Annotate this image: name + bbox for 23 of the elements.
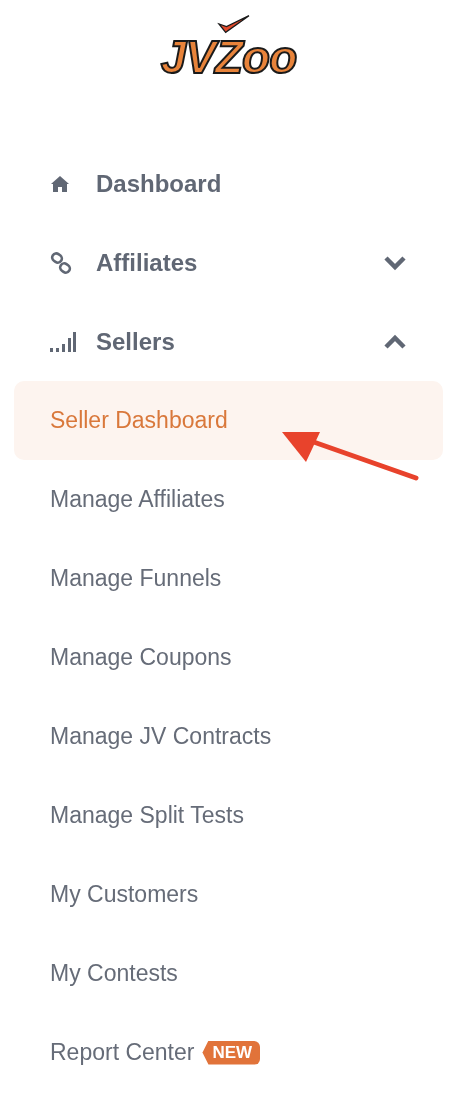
submenu-item[interactable]: Seller Dashboard xyxy=(14,381,443,460)
submenu-item[interactable]: Manage Funnels xyxy=(14,539,443,618)
chevron-up-icon xyxy=(383,333,407,350)
nav-label: Dashboard xyxy=(96,169,223,198)
submenu-item[interactable]: My Customers xyxy=(14,855,443,934)
submenu-item[interactable]: Manage Affiliates xyxy=(14,460,443,539)
nav-label: Sellers xyxy=(96,327,176,356)
submenu-label: Report Center xyxy=(50,1039,195,1066)
nav-label: Affiliates xyxy=(96,248,199,277)
submenu-item[interactable]: My Contests xyxy=(14,934,443,1013)
new-badge: NEW xyxy=(202,1040,261,1065)
nav-item[interactable]: Sellers xyxy=(14,302,443,381)
signal-icon xyxy=(50,331,76,352)
submenu-item[interactable]: Manage Coupons xyxy=(14,618,443,697)
logo[interactable]: JVZoo xyxy=(160,34,297,86)
link-icon xyxy=(50,251,72,274)
nav-item[interactable]: Affiliates xyxy=(14,223,443,302)
submenu-item[interactable]: Manage JV Contracts xyxy=(14,697,443,776)
chevron-down-icon xyxy=(383,254,407,271)
home-icon xyxy=(50,174,70,193)
submenu-item[interactable]: Report Center NEW xyxy=(14,1013,443,1092)
nav-item[interactable]: Dashboard xyxy=(14,144,443,223)
submenu-item[interactable]: Manage Split Tests xyxy=(14,776,443,855)
